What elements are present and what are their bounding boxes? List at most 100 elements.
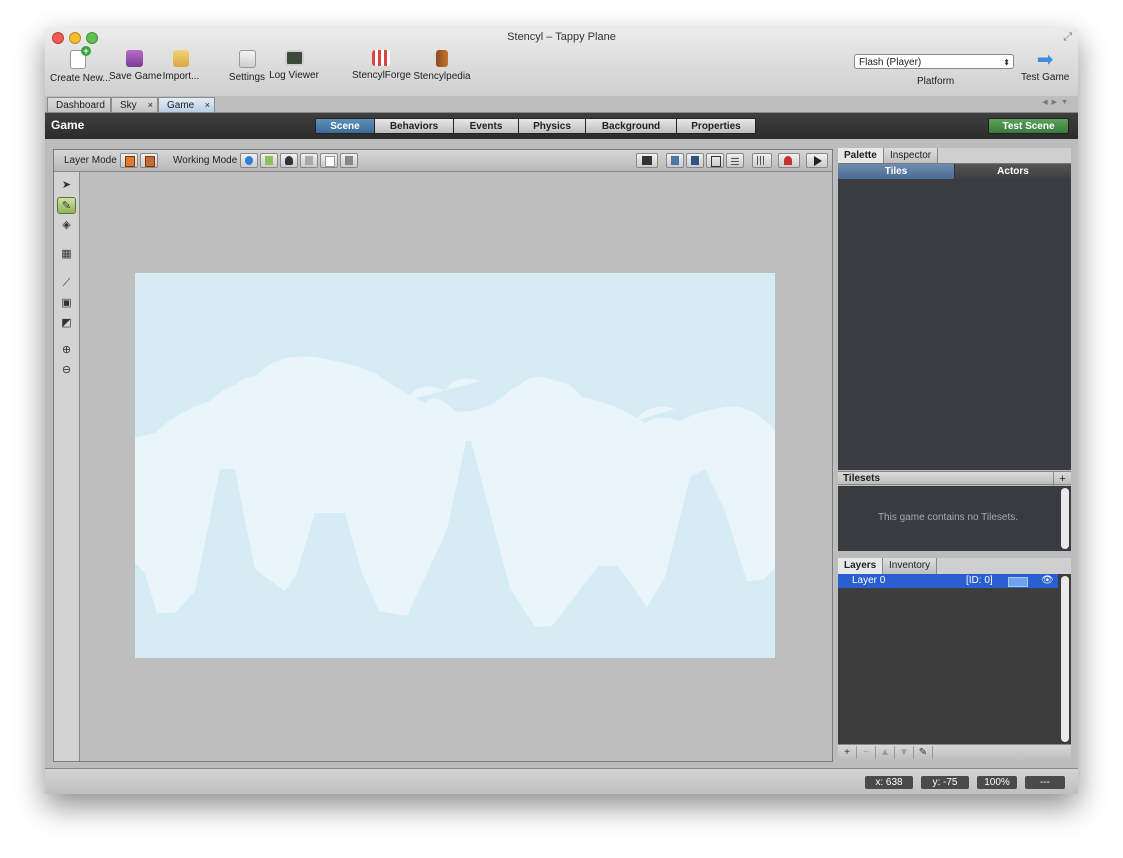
move-layer-up-button[interactable]: ▲: [876, 746, 895, 759]
tab-inspector[interactable]: Inspector: [884, 148, 939, 163]
tab-tiles[interactable]: Tiles: [838, 164, 954, 179]
tilesets-list: This game contains no Tilesets.: [838, 486, 1071, 551]
tab-properties[interactable]: Properties: [676, 118, 756, 134]
close-tab-icon[interactable]: ×: [148, 98, 153, 113]
tab-navigation-icons[interactable]: ◀▶▼: [1042, 98, 1072, 106]
log-viewer-icon: [284, 50, 304, 66]
y-coordinate: y: -75: [921, 776, 969, 789]
send-backward-icon: [691, 156, 699, 165]
bring-forward-button[interactable]: [666, 153, 684, 168]
layer-name: Layer 0: [852, 575, 886, 586]
screenshot-button[interactable]: [636, 153, 658, 168]
import-folder-icon: [173, 50, 189, 67]
settings-button[interactable]: Settings: [227, 50, 267, 83]
close-tab-icon[interactable]: ×: [205, 98, 210, 113]
tab-label: Sky: [120, 100, 137, 111]
layer-mode-single-button[interactable]: [120, 153, 138, 168]
grid-settings-button[interactable]: [752, 153, 772, 168]
tab-palette[interactable]: Palette: [838, 148, 884, 163]
import-label: Import...: [162, 71, 200, 82]
log-viewer-button[interactable]: Log Viewer: [269, 50, 319, 81]
scene-editor: Layer Mode Working Mode ➤ ✎ ◈ ▦ ⟋ ▣ ◩ ⊕ …: [53, 149, 833, 762]
grid-button[interactable]: [726, 153, 744, 168]
tab-dashboard[interactable]: Dashboard: [47, 97, 111, 112]
fill-bucket-tool-icon[interactable]: ◈: [57, 217, 76, 234]
working-mode-region-button[interactable]: [320, 153, 338, 168]
list-item[interactable]: Layer 0 [ID: 0] 👁: [838, 574, 1058, 588]
layers-toolbar: + − ▲ ▼ ✎: [838, 744, 1071, 761]
import-button[interactable]: Import...: [161, 50, 201, 82]
settings-icon: [238, 50, 256, 68]
x-coordinate: x: 638: [865, 776, 913, 789]
tab-scene[interactable]: Scene: [315, 118, 375, 134]
globe-icon: [245, 156, 253, 165]
layers-scrollbar[interactable]: [1061, 576, 1069, 742]
rectangle-tool-icon[interactable]: ▣: [57, 295, 76, 312]
tab-game[interactable]: Game ×: [158, 97, 215, 112]
scene-canvas-area[interactable]: [80, 172, 832, 761]
tile-stamp-tool-icon[interactable]: ▦: [57, 246, 76, 263]
tilesets-title: Tilesets: [843, 473, 881, 484]
palette-subtabs: Tiles Actors: [838, 164, 1071, 179]
working-mode-brush-button[interactable]: [300, 153, 318, 168]
tab-label: Game: [167, 100, 195, 111]
stencylforge-label: StencylForge: [352, 70, 411, 81]
working-mode-actor-button[interactable]: [280, 153, 298, 168]
stencyl-window: Stencyl – Tappy Plane ⤢ + Create New... …: [45, 28, 1078, 794]
working-mode-terrain-button[interactable]: [340, 153, 358, 168]
test-scene-button[interactable]: Test Scene: [988, 118, 1069, 134]
move-layer-down-button[interactable]: ▼: [895, 746, 914, 759]
pointer-tool-icon[interactable]: ➤: [57, 177, 76, 194]
region-tool-icon[interactable]: ◩: [57, 315, 76, 332]
create-new-button[interactable]: + Create New...: [50, 46, 111, 84]
tab-inventory[interactable]: Inventory: [883, 558, 938, 574]
arrow-right-icon: ➡: [1036, 49, 1054, 71]
platform-label: Platform: [917, 76, 955, 87]
test-game-label: Test Game: [1021, 72, 1070, 83]
log-viewer-label: Log Viewer: [269, 70, 319, 81]
working-mode-tiles-button[interactable]: [260, 153, 278, 168]
play-button[interactable]: [806, 153, 828, 168]
send-backward-button[interactable]: [686, 153, 704, 168]
stencylpedia-label: Stencylpedia: [413, 71, 471, 82]
create-new-label: Create New...: [50, 73, 111, 84]
title-toolbar: Stencyl – Tappy Plane ⤢ + Create New... …: [45, 28, 1078, 97]
tilesets-header: Tilesets +: [838, 471, 1071, 486]
scene-canvas[interactable]: [135, 273, 775, 658]
tab-behaviors[interactable]: Behaviors: [374, 118, 454, 134]
save-game-button[interactable]: Save Game: [109, 50, 162, 82]
tool-palette: ➤ ✎ ◈ ▦ ⟋ ▣ ◩ ⊕ ⊖: [54, 172, 80, 761]
add-tileset-button[interactable]: +: [1053, 472, 1071, 486]
fullscreen-icon[interactable]: ⤢: [1063, 31, 1072, 44]
layer-color-swatch[interactable]: [1008, 577, 1028, 587]
stencylpedia-button[interactable]: Stencylpedia: [413, 50, 471, 82]
region-icon: [325, 156, 335, 167]
zoom-in-icon[interactable]: ⊕: [57, 342, 76, 359]
line-tool-icon[interactable]: ⟋: [57, 275, 76, 292]
pencil-tool-icon[interactable]: ✎: [57, 197, 76, 214]
working-mode-globe-button[interactable]: [240, 153, 258, 168]
camera-icon: [642, 156, 652, 165]
stencylforge-button[interactable]: StencylForge: [352, 50, 411, 81]
layers-icon: [145, 156, 155, 167]
remove-layer-button[interactable]: −: [857, 746, 876, 759]
editor-toolbar: Layer Mode Working Mode: [54, 150, 832, 172]
tab-actors[interactable]: Actors: [955, 164, 1071, 179]
tab-physics[interactable]: Physics: [518, 118, 586, 134]
platform-select[interactable]: Flash (Player) ⬍: [854, 54, 1014, 69]
edit-layer-button[interactable]: ✎: [914, 746, 933, 759]
tab-background[interactable]: Background: [585, 118, 677, 134]
tab-events[interactable]: Events: [453, 118, 519, 134]
bounds-button[interactable]: [706, 153, 724, 168]
play-icon: [814, 156, 822, 166]
snap-button[interactable]: [778, 153, 800, 168]
tilesets-scrollbar[interactable]: [1061, 488, 1069, 549]
eye-icon[interactable]: 👁: [1041, 574, 1054, 588]
tab-sky[interactable]: Sky ×: [111, 97, 158, 112]
layer-mode-all-button[interactable]: [140, 153, 158, 168]
document-tabs: Dashboard Sky × Game × ◀▶▼: [45, 96, 1078, 113]
add-layer-button[interactable]: +: [838, 746, 857, 759]
zoom-out-icon[interactable]: ⊖: [57, 362, 76, 379]
test-game-button[interactable]: ➡ Test Game: [1021, 50, 1069, 83]
tab-layers[interactable]: Layers: [838, 558, 884, 574]
